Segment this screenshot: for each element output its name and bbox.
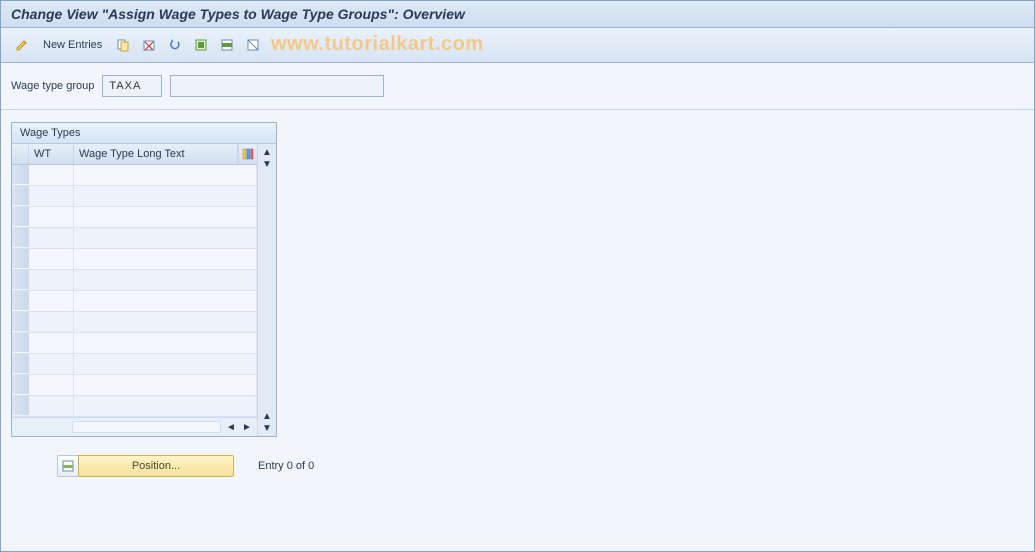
row-selector[interactable]: [12, 228, 29, 247]
vscroll-up-icon[interactable]: ▲: [261, 146, 273, 158]
wage-types-panel: Wage Types WT Wage Type Long Text ◄: [11, 122, 277, 437]
cell-long-text[interactable]: [74, 396, 257, 416]
page-title: Change View "Assign Wage Types to Wage T…: [11, 6, 1024, 22]
title-bar: Change View "Assign Wage Types to Wage T…: [1, 1, 1034, 28]
row-selector[interactable]: [12, 375, 29, 394]
cell-wt[interactable]: [29, 396, 74, 416]
panel-title: Wage Types: [12, 123, 276, 144]
hscroll-track[interactable]: [72, 421, 221, 433]
select-block-icon[interactable]: [216, 34, 238, 56]
delete-icon[interactable]: [138, 34, 160, 56]
wage-type-group-label: Wage type group: [11, 80, 94, 92]
copy-as-icon[interactable]: [112, 34, 134, 56]
toggle-display-change-icon[interactable]: [11, 34, 33, 56]
table-row: [12, 312, 257, 333]
cell-long-text[interactable]: [74, 186, 257, 206]
cell-wt[interactable]: [29, 291, 74, 311]
row-selector[interactable]: [12, 207, 29, 226]
hscroll-right-icon[interactable]: ►: [241, 421, 253, 433]
cell-long-text[interactable]: [74, 354, 257, 374]
cell-long-text[interactable]: [74, 270, 257, 290]
cell-wt[interactable]: [29, 375, 74, 395]
table-row: [12, 396, 257, 417]
configure-columns-icon[interactable]: [238, 144, 257, 164]
table-row: [12, 354, 257, 375]
cell-long-text[interactable]: [74, 375, 257, 395]
row-selector[interactable]: [12, 291, 29, 310]
content-area: Wage Types WT Wage Type Long Text ◄: [1, 110, 1034, 489]
vertical-scrollbar[interactable]: ▲ ▼ ▲ ▼: [257, 144, 276, 436]
column-header-wt[interactable]: WT: [29, 144, 74, 164]
sap-window: Change View "Assign Wage Types to Wage T…: [0, 0, 1035, 552]
row-selector-header[interactable]: [12, 144, 29, 164]
new-entries-button[interactable]: New Entries: [37, 39, 108, 51]
footer-bar: Position... Entry 0 of 0: [11, 455, 1024, 477]
cell-long-text[interactable]: [74, 228, 257, 248]
watermark-text: www.tutorialkart.com: [271, 33, 484, 56]
wage-type-group-code-field[interactable]: TAXA: [102, 75, 162, 97]
cell-wt[interactable]: [29, 186, 74, 206]
wage-types-table: WT Wage Type Long Text ◄ ►: [12, 144, 276, 436]
table-row: [12, 375, 257, 396]
cell-wt[interactable]: [29, 165, 74, 185]
cell-long-text[interactable]: [74, 249, 257, 269]
row-selector[interactable]: [12, 249, 29, 268]
hscroll-left-icon[interactable]: ◄: [225, 421, 237, 433]
selection-bar: Wage type group TAXA: [1, 63, 1034, 110]
cell-wt[interactable]: [29, 270, 74, 290]
vscroll-down-icon[interactable]: ▼: [261, 158, 273, 170]
cell-wt[interactable]: [29, 228, 74, 248]
table-row: [12, 165, 257, 186]
table-row: [12, 186, 257, 207]
row-selector[interactable]: [12, 270, 29, 289]
cell-long-text[interactable]: [74, 165, 257, 185]
table-row: [12, 291, 257, 312]
cell-wt[interactable]: [29, 312, 74, 332]
cell-wt[interactable]: [29, 354, 74, 374]
row-selector[interactable]: [12, 186, 29, 205]
row-selector[interactable]: [12, 354, 29, 373]
table-row: [12, 228, 257, 249]
position-button[interactable]: Position...: [78, 455, 234, 477]
undo-change-icon[interactable]: [164, 34, 186, 56]
application-toolbar: New Entries www.tutorialkart.com: [1, 28, 1034, 63]
cell-long-text[interactable]: [74, 333, 257, 353]
table-header: WT Wage Type Long Text: [12, 144, 257, 165]
row-selector[interactable]: [12, 312, 29, 331]
table-row: [12, 270, 257, 291]
cell-wt[interactable]: [29, 333, 74, 353]
position-icon[interactable]: [57, 455, 78, 477]
column-header-long-text[interactable]: Wage Type Long Text: [74, 144, 238, 164]
entry-counter: Entry 0 of 0: [258, 460, 314, 472]
table-row: [12, 207, 257, 228]
deselect-all-icon[interactable]: [242, 34, 264, 56]
row-selector[interactable]: [12, 333, 29, 352]
cell-wt[interactable]: [29, 249, 74, 269]
cell-wt[interactable]: [29, 207, 74, 227]
wage-type-group-desc-field[interactable]: [170, 75, 384, 97]
table-row: [12, 333, 257, 354]
vscroll-up2-icon[interactable]: ▲: [261, 410, 273, 422]
select-all-icon[interactable]: [190, 34, 212, 56]
cell-long-text[interactable]: [74, 207, 257, 227]
row-selector[interactable]: [12, 396, 29, 415]
cell-long-text[interactable]: [74, 291, 257, 311]
horizontal-scrollbar[interactable]: ◄ ►: [12, 417, 257, 436]
cell-long-text[interactable]: [74, 312, 257, 332]
row-selector[interactable]: [12, 165, 29, 184]
table-row: [12, 249, 257, 270]
vscroll-down2-icon[interactable]: ▼: [261, 422, 273, 434]
